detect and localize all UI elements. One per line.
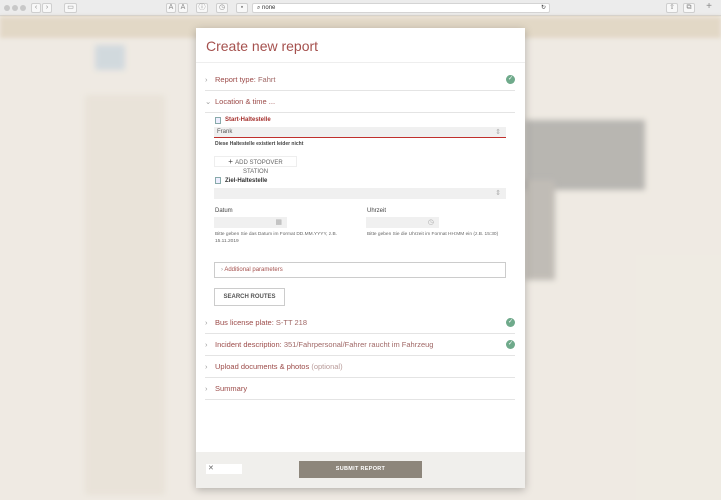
info-button[interactable]: ⓘ (196, 3, 208, 13)
calendar-icon[interactable]: ▦ (275, 217, 282, 228)
check-icon: ✓ (506, 318, 515, 327)
share-button[interactable]: ⇧ (666, 3, 678, 13)
section-label: Report type: (215, 75, 256, 84)
section-bus-license-plate[interactable]: › Bus license plate: S-TT 218 ✓ (205, 312, 515, 334)
submit-report-label: SUBMIT REPORT (335, 466, 386, 472)
chevron-right-icon: › (205, 362, 208, 371)
dialog-title: Create new report (206, 38, 319, 54)
date-hint: Bitte geben Sie das Datum im Format DD.M… (215, 232, 338, 244)
section-label: Location & time ... (215, 97, 276, 106)
history-button[interactable]: ◷ (216, 3, 228, 13)
reload-icon[interactable]: ↻ (541, 4, 546, 12)
add-stopover-button[interactable]: + ADD STOPOVER STATION (214, 156, 297, 175)
dialog-footer: ✕ SUBMIT REPORT (196, 452, 525, 488)
bus-stop-icon (215, 177, 221, 184)
close-button[interactable]: ✕ (206, 464, 242, 474)
url-text: none (262, 5, 276, 11)
section-summary[interactable]: › Summary (205, 378, 515, 400)
chevron-right-icon: › (205, 318, 208, 327)
create-report-dialog: Create new report › Report type: Fahrt ✓ … (196, 28, 525, 488)
search-routes-button[interactable]: SEARCH ROUTES (214, 288, 285, 306)
check-icon: ✓ (506, 340, 515, 349)
font-larger-button[interactable]: A (178, 3, 188, 13)
section-label: Incident description: (215, 340, 282, 349)
start-stop-label: Start-Haltestelle (225, 117, 271, 123)
section-location-time[interactable]: ⌄ Location & time ... (205, 91, 515, 113)
date-input[interactable]: ▦ (214, 217, 287, 228)
section-value: Fahrt (257, 75, 276, 84)
chevron-right-icon: › (205, 340, 208, 349)
chevron-right-icon: › (205, 75, 208, 84)
section-report-type[interactable]: › Report type: Fahrt ✓ (205, 69, 515, 91)
address-bar[interactable]: ⌕ none ↻ (252, 3, 550, 13)
date-label: Datum (215, 208, 233, 214)
section-label: Summary (215, 384, 248, 393)
close-icon: ✕ (208, 465, 214, 472)
section-upload-documents[interactable]: › Upload documents & photos (optional) (205, 356, 515, 378)
start-stop-input[interactable]: Frank ⇕ (214, 127, 506, 138)
chevron-right-icon: › (205, 384, 208, 393)
clock-icon[interactable]: ◷ (428, 217, 434, 228)
minimize-window-icon[interactable] (12, 5, 18, 11)
section-value: S-TT 218 (275, 318, 308, 327)
additional-parameters-toggle[interactable]: › Additional parameters (214, 262, 506, 278)
lock-button[interactable]: ▪ (236, 3, 248, 13)
time-hint: Bitte geben Sie die Uhrzeit im Format HH… (367, 232, 499, 237)
new-tab-button[interactable]: + (703, 2, 715, 13)
tabs-button[interactable]: ⧉ (683, 3, 695, 13)
font-smaller-button[interactable]: A (166, 3, 176, 13)
section-label: Bus license plate: (215, 318, 274, 327)
add-stopover-label: ADD STOPOVER STATION (235, 160, 283, 175)
section-value: 351/Fahrpersonal/Fahrer raucht im Fahrze… (283, 340, 434, 349)
time-input[interactable]: ◷ (366, 217, 439, 228)
end-stop-label: Ziel-Haltestelle (225, 178, 268, 184)
swap-icon[interactable]: ⇕ (495, 188, 501, 199)
maximize-window-icon[interactable] (20, 5, 26, 11)
section-label: Upload documents & photos (215, 362, 310, 371)
forward-button[interactable]: › (42, 3, 52, 13)
section-incident-description[interactable]: › Incident description: 351/Fahrpersonal/… (205, 334, 515, 356)
browser-toolbar: ‹ › ▭ A A ⓘ ◷ ▪ ⌕ none ↻ ⇧ ⧉ + (0, 0, 721, 16)
swap-icon[interactable]: ⇕ (495, 127, 501, 138)
check-icon: ✓ (506, 75, 515, 84)
start-stop-value: Frank (217, 129, 233, 135)
sidebar-button[interactable]: ▭ (64, 3, 77, 13)
end-stop-input[interactable]: ⇕ (214, 188, 506, 199)
back-button[interactable]: ‹ (31, 3, 41, 13)
additional-parameters-label: Additional parameters (224, 267, 283, 273)
time-label: Uhrzeit (367, 208, 387, 214)
close-window-icon[interactable] (4, 5, 10, 11)
optional-tag: (optional) (311, 362, 343, 371)
chevron-down-icon: ⌄ (205, 97, 212, 106)
submit-report-button[interactable]: SUBMIT REPORT (299, 461, 422, 478)
bus-stop-icon (215, 117, 221, 124)
start-stop-error: Diese Haltestelle existiert leider nicht (215, 141, 304, 147)
search-routes-label: SEARCH ROUTES (223, 294, 276, 300)
